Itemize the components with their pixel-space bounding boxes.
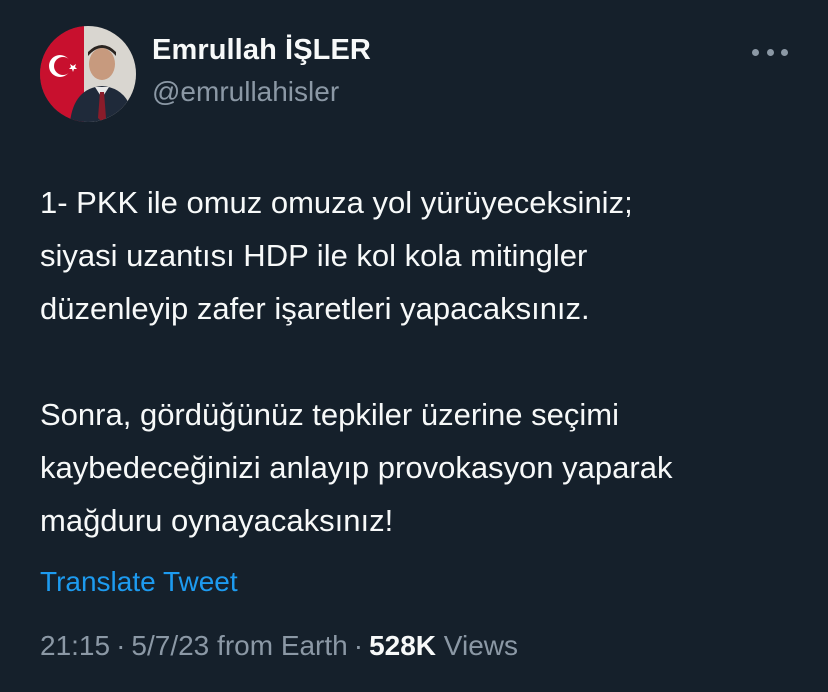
- views-label: Views: [443, 630, 518, 661]
- tweet-line: Sonra, gördüğünüz tepkiler üzerine seçim…: [40, 397, 619, 432]
- avatar-image: [40, 26, 136, 122]
- tweet-meta: 21:15 · 5/7/23 from Earth · 528K Views: [40, 630, 518, 662]
- tweet-text: 1- PKK ile omuz omuza yol yürüyeceksiniz…: [40, 176, 800, 547]
- tweet-paragraph: Sonra, gördüğünüz tepkiler üzerine seçim…: [40, 388, 800, 547]
- tweet-time[interactable]: 21:15: [40, 630, 110, 661]
- tweet-line: mağduru oynayacaksınız!: [40, 503, 394, 538]
- tweet-line: siyasi uzantısı HDP ile kol kola mitingl…: [40, 238, 588, 273]
- tweet: Emrullah İŞLER @emrullahisler 1- PKK ile…: [0, 0, 828, 692]
- tweet-line: kaybedeceğinizi anlayıp provokasyon yapa…: [40, 450, 673, 485]
- translate-tweet-link[interactable]: Translate Tweet: [40, 566, 238, 598]
- avatar[interactable]: [40, 26, 136, 122]
- more-horizontal-icon: [752, 48, 759, 56]
- author-handle[interactable]: @emrullahisler: [152, 76, 339, 108]
- tweet-line: düzenleyip zafer işaretleri yapacaksınız…: [40, 291, 590, 326]
- separator: ·: [116, 630, 126, 661]
- tweet-date-source[interactable]: 5/7/23 from Earth: [131, 630, 347, 661]
- tweet-paragraph: 1- PKK ile omuz omuza yol yürüyeceksiniz…: [40, 176, 800, 335]
- separator: ·: [353, 630, 364, 661]
- tweet-line: 1- PKK ile omuz omuza yol yürüyeceksiniz…: [40, 185, 633, 220]
- more-options-button[interactable]: [752, 38, 788, 66]
- author-name[interactable]: Emrullah İŞLER: [152, 34, 371, 67]
- more-horizontal-icon: [781, 48, 788, 56]
- views-count[interactable]: 528K: [369, 630, 436, 661]
- more-horizontal-icon: [766, 48, 774, 56]
